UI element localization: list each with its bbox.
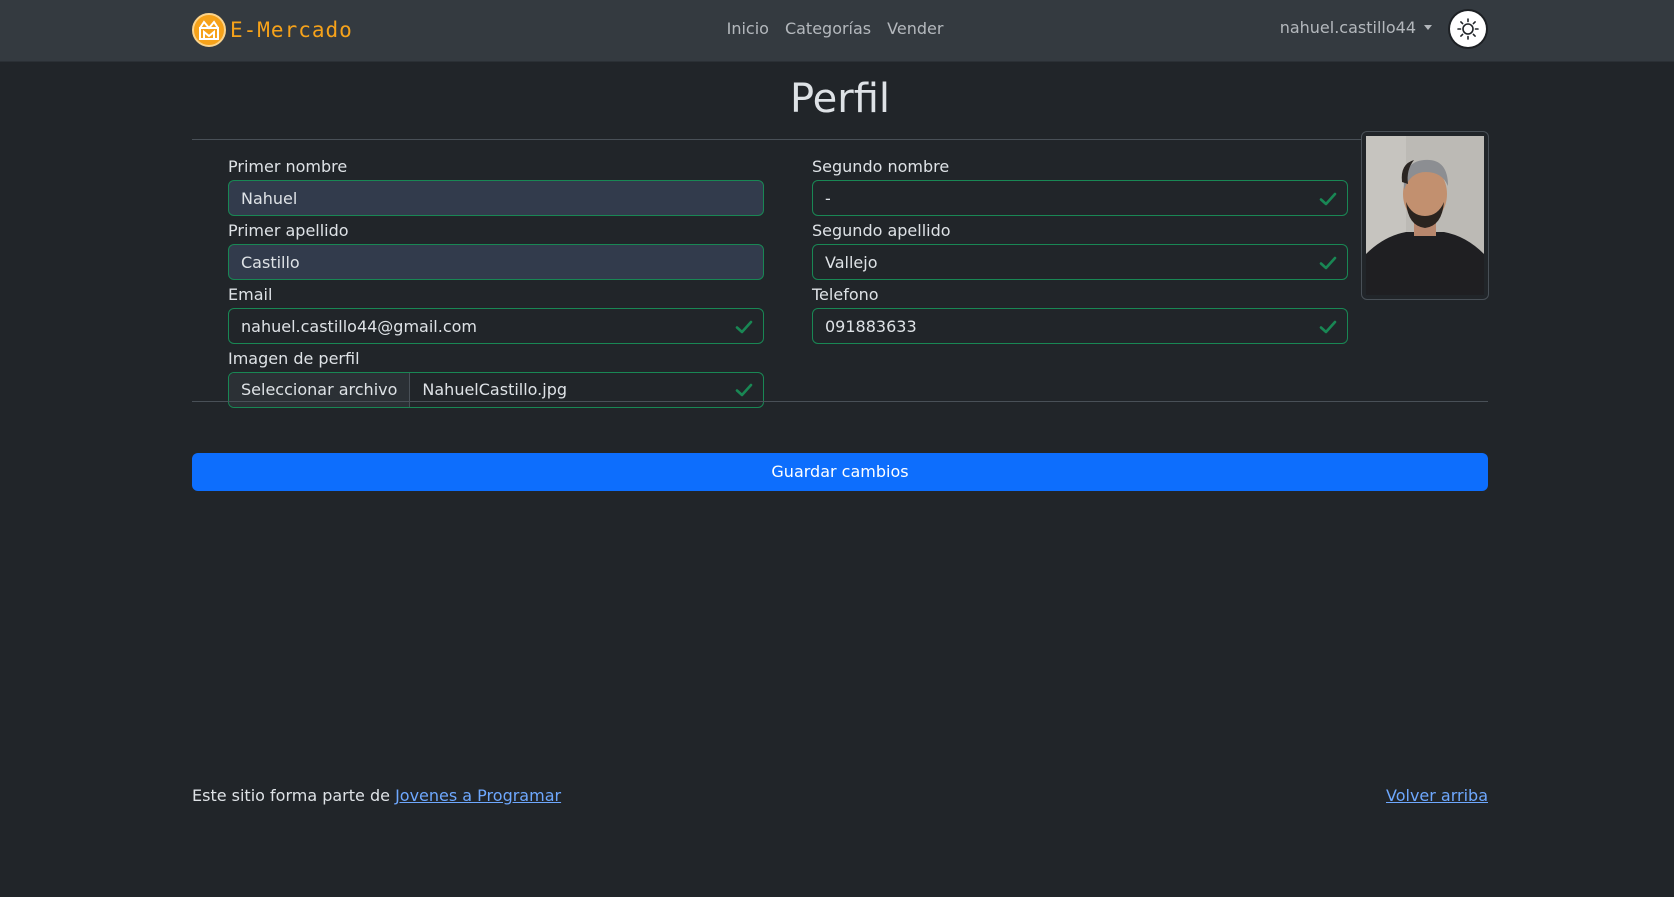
second-lastname-value: Vallejo [825,253,878,272]
brand-name: E-Mercado [230,18,353,42]
email-field[interactable]: nahuel.castillo44@gmail.com [228,308,764,344]
second-lastname-label: Segundo apellido [812,221,951,240]
first-lastname-value: Castillo [241,253,300,272]
nav-vender[interactable]: Vender [887,19,943,38]
first-name-label: Primer nombre [228,157,348,176]
jovenes-a-programar-link[interactable]: Jovenes a Programar [395,786,561,805]
check-icon [735,383,753,397]
bottom-divider [192,401,1488,402]
file-name-value: NahuelCastillo.jpg [422,380,568,399]
email-value: nahuel.castillo44@gmail.com [241,317,477,336]
second-name-value: - [825,189,831,208]
profile-image-input[interactable]: Seleccionar archivo NahuelCastillo.jpg [228,372,764,408]
sun-icon [1457,18,1479,40]
second-name-input[interactable]: - [812,180,1348,216]
first-name-input[interactable]: Nahuel [228,180,764,216]
profile-image-label: Imagen de perfil [228,349,360,368]
check-icon [1319,256,1337,270]
back-to-top-link[interactable]: Volver arriba [1386,786,1488,805]
email-label: Email [228,285,273,304]
brand-logo-icon [192,13,226,47]
phone-value: 091883633 [825,317,917,336]
profile-container: Perfil Primer nombre Nahuel Segundo nomb… [192,61,1489,491]
caret-down-icon [1424,25,1432,30]
nav-categorias[interactable]: Categorías [785,19,871,38]
profile-photo [1366,136,1484,295]
first-lastname-input[interactable]: Castillo [228,244,764,280]
phone-label: Telefono [812,285,879,304]
username: nahuel.castillo44 [1279,18,1416,37]
navbar: E-Mercado Inicio Categorías Vender nahue… [0,0,1674,62]
second-name-label: Segundo nombre [812,157,950,176]
first-lastname-label: Primer apellido [228,221,349,240]
person-photo-icon [1366,136,1484,295]
profile-picture [1361,131,1489,300]
page-title: Perfil [789,76,891,122]
save-button[interactable]: Guardar cambios [192,453,1488,491]
user-dropdown[interactable]: nahuel.castillo44 [1280,18,1432,37]
check-icon [1319,192,1337,206]
footer-credit: Este sitio forma parte de Jovenes a Prog… [192,786,561,805]
theme-toggle-button[interactable] [1450,11,1486,47]
footer-prefix: Este sitio forma parte de [192,786,390,805]
check-icon [1319,320,1337,334]
phone-field[interactable]: 091883633 [812,308,1348,344]
check-icon [735,320,753,334]
nav-inicio[interactable]: Inicio [727,19,769,38]
top-divider [192,139,1488,140]
brand-link[interactable]: E-Mercado [192,10,353,50]
first-name-value: Nahuel [241,189,298,208]
second-lastname-input[interactable]: Vallejo [812,244,1348,280]
